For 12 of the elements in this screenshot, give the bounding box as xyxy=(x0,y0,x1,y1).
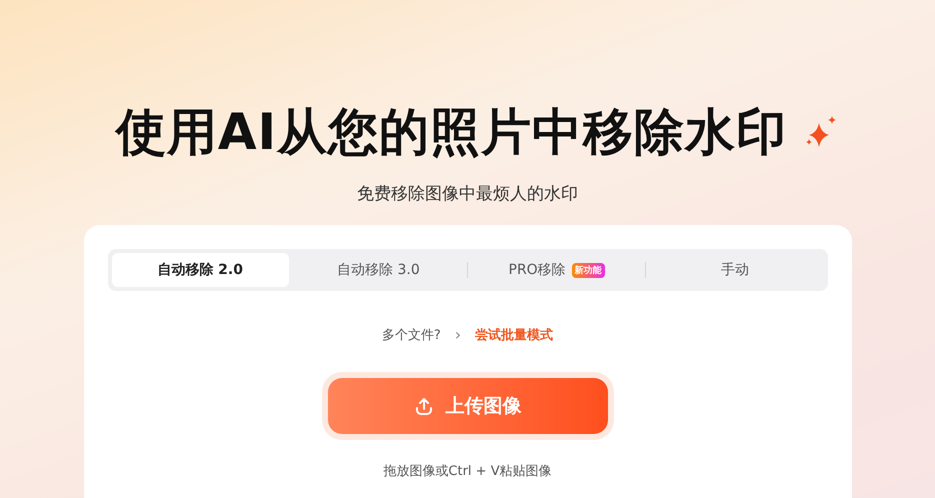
new-badge: 新功能 xyxy=(572,262,605,278)
batch-mode-link[interactable]: 尝试批量模式 xyxy=(475,326,554,344)
mode-tab[interactable]: 自动移除 3.0 xyxy=(290,253,467,287)
mode-tab[interactable]: PRO移除 新功能 xyxy=(468,253,646,287)
mode-tab[interactable]: 手动 xyxy=(646,253,824,287)
page-title: 使用AI从您的照片中移除水印 xyxy=(116,102,788,163)
chevron-text: › xyxy=(454,325,462,344)
upload-icon xyxy=(414,396,434,416)
drop-hint: 拖放图像或Ctrl + V粘贴图像 xyxy=(383,463,552,480)
subtitle: 免费移除图像中最烦人的水印 xyxy=(357,183,578,205)
multiple-files-label: 多个文件? xyxy=(382,326,441,344)
mode-tab[interactable]: 自动移除 2.0 xyxy=(112,253,289,287)
